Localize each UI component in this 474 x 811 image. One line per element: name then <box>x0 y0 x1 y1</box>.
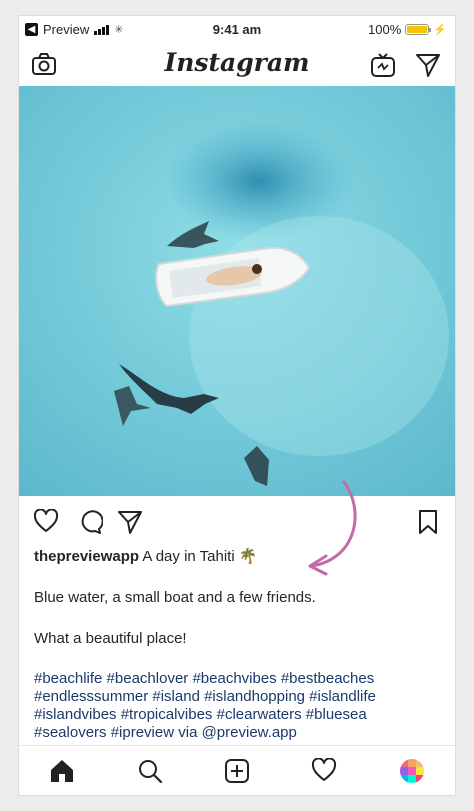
bookmark-icon[interactable] <box>417 509 439 535</box>
hashtags: #beachlife #beachlover #beachvibes #best… <box>34 670 444 742</box>
phone-screen: ◀ Preview ✳ 9:41 am 100% ⚡ Instagram the… <box>18 15 456 796</box>
direct-message-icon[interactable] <box>415 52 441 78</box>
battery-icon <box>405 24 432 35</box>
heart-icon[interactable] <box>33 509 59 533</box>
post-actions <box>19 506 455 540</box>
battery-fill <box>407 26 428 33</box>
activity-heart-icon[interactable] <box>311 758 337 782</box>
search-icon[interactable] <box>137 758 163 784</box>
hashtag-line[interactable]: #endlesssummer #island #islandhopping #i… <box>34 688 444 706</box>
caption-title: A day in Tahiti 🌴 <box>142 548 258 565</box>
hashtag-line[interactable]: #sealovers #ipreview via @preview.app <box>34 724 444 742</box>
status-bar: ◀ Preview ✳ 9:41 am 100% ⚡ <box>19 16 455 42</box>
home-icon[interactable] <box>49 758 75 784</box>
profile-grid-icon[interactable] <box>399 758 425 784</box>
hashtag-line[interactable]: #islandvibes #tropicalvibes #clearwaters… <box>34 706 444 724</box>
charging-icon: ⚡ <box>433 24 447 36</box>
caption-header: thepreviewapp A day in Tahiti 🌴 <box>34 547 258 565</box>
igtv-icon[interactable] <box>370 52 396 78</box>
top-nav: Instagram <box>19 42 455 86</box>
battery-percent: 100% <box>368 22 402 37</box>
post-photo[interactable] <box>19 86 455 496</box>
caption-line: What a beautiful place! <box>34 630 187 647</box>
caption-line: Blue water, a small boat and a few frien… <box>34 589 316 606</box>
hashtag-line[interactable]: #beachlife #beachlover #beachvibes #best… <box>34 670 444 688</box>
comment-icon[interactable] <box>77 509 103 535</box>
beach-photo <box>19 86 455 496</box>
add-post-icon[interactable] <box>224 758 250 784</box>
bottom-tab-bar <box>19 745 455 795</box>
username[interactable]: thepreviewapp <box>34 548 139 565</box>
status-right: 100% ⚡ <box>368 22 447 37</box>
share-icon[interactable] <box>117 509 143 535</box>
